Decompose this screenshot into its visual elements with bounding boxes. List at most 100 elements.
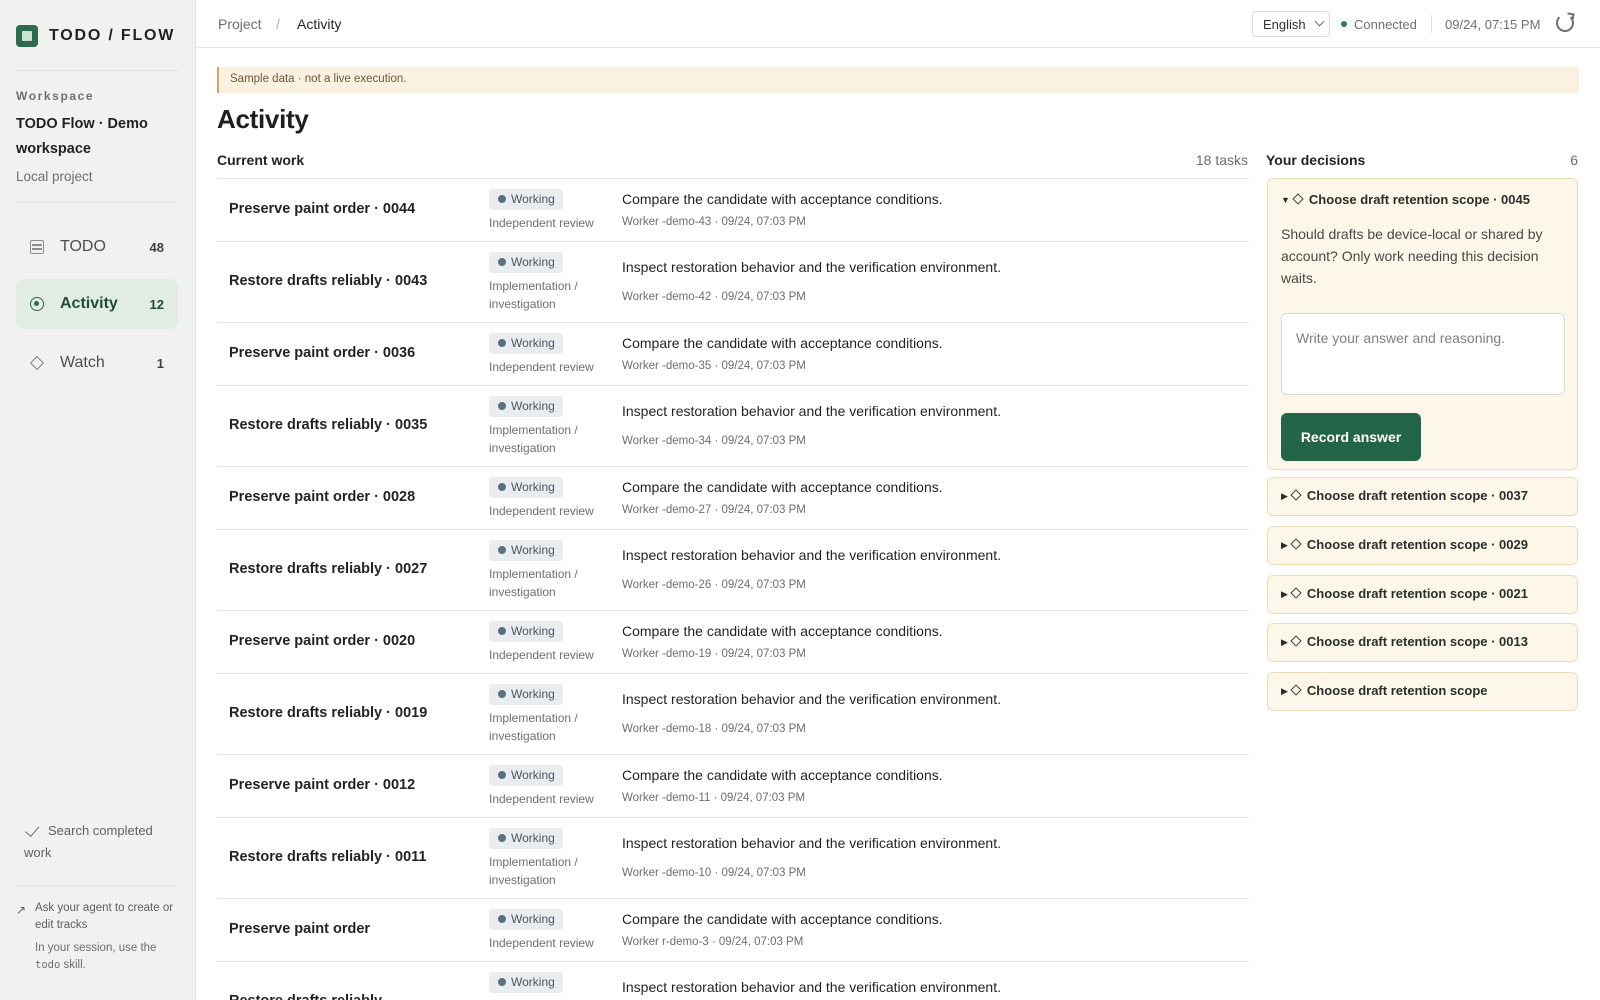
- task-meta: Worker -demo-27 · 09/24, 07:03 PM: [622, 504, 806, 516]
- task-description: Compare the candidate with acceptance co…: [622, 191, 943, 207]
- task-row[interactable]: Preserve paint order · 0036 Working Indepe…: [217, 323, 1249, 386]
- task-description: Inspect restoration behavior and the ver…: [622, 259, 1001, 275]
- task-meta: Worker -demo-42 · 09/24, 07:03 PM: [622, 291, 806, 303]
- breadcrumb-separator: /: [276, 16, 280, 32]
- search-completed-link[interactable]: Search completed work: [24, 820, 174, 864]
- task-row[interactable]: Restore drafts reliably · 0011 Working Imp…: [217, 818, 1249, 899]
- decision-title: Choose draft retention scope · 0013: [1306, 634, 1528, 649]
- task-role: Independent review: [489, 504, 594, 518]
- status-badge: Working: [489, 684, 563, 705]
- decision-title: Choose draft retention scope: [1306, 683, 1488, 698]
- task-meta: Worker -demo-10 · 09/24, 07:03 PM: [622, 867, 806, 879]
- status-badge: Working: [489, 333, 563, 354]
- task-name: Restore drafts reliably · 0011: [229, 849, 427, 865]
- task-row[interactable]: Preserve paint order · 0028 Working Indepe…: [217, 467, 1249, 530]
- decisions-title: Your decisions: [1266, 152, 1366, 168]
- decision-header[interactable]: ▶ Choose draft retention scope · 0029: [1281, 537, 1528, 552]
- triangle-right-icon: ▶: [1281, 540, 1288, 550]
- decision-title: Choose draft retention scope · 0029: [1306, 537, 1528, 552]
- timestamp: 09/24, 07:15 PM: [1445, 17, 1541, 32]
- refresh-icon[interactable]: [1556, 14, 1574, 32]
- task-row[interactable]: Preserve paint order · 0044 Working Indepe…: [217, 179, 1249, 242]
- task-name: Preserve paint order · 0020: [229, 633, 416, 649]
- task-description: Inspect restoration behavior and the ver…: [622, 835, 1001, 851]
- status-badge: Working: [489, 396, 563, 417]
- task-count: 18 tasks: [1195, 152, 1248, 168]
- sidebar: TODO / FLOW Workspace TODO Flow · Demo w…: [0, 0, 196, 1000]
- brand[interactable]: TODO / FLOW: [16, 24, 175, 48]
- search-completed-label: Search completed work: [24, 823, 153, 860]
- task-meta: Worker -demo-26 · 09/24, 07:03 PM: [622, 579, 806, 591]
- top-bar: Project / Activity English Connected 09/…: [196, 0, 1600, 48]
- diamond-icon: [1290, 489, 1302, 501]
- task-meta: Worker -demo-43 · 09/24, 07:03 PM: [622, 216, 806, 228]
- sidebar-item-activity[interactable]: Activity 12: [16, 279, 178, 329]
- sidebar-item-label: TODO: [60, 238, 106, 255]
- task-row[interactable]: Restore drafts reliably · 0035 Working Imp…: [217, 386, 1249, 467]
- sidebar-divider: [16, 885, 178, 886]
- sidebar-item-watch[interactable]: Watch 1: [16, 338, 178, 388]
- session-hint-suffix: skill.: [63, 959, 86, 971]
- page-title: Activity: [217, 104, 309, 134]
- task-name: Preserve paint order · 0012: [229, 777, 416, 793]
- task-row[interactable]: Restore drafts reliably Working Inspect re…: [217, 962, 1249, 1000]
- status-badge: Working: [489, 828, 563, 849]
- agent-hint: ↗ Ask your agent to create or edit track…: [16, 900, 176, 974]
- chevron-down-icon: [1314, 16, 1325, 27]
- decision-title: Choose draft retention scope · 0037: [1306, 488, 1528, 503]
- record-answer-button[interactable]: Record answer: [1281, 413, 1421, 461]
- task-row[interactable]: Restore drafts reliably · 0019 Working Imp…: [217, 674, 1249, 755]
- task-row[interactable]: Preserve paint order · 0012 Working Indepe…: [217, 755, 1249, 818]
- workspace-name: TODO Flow · Demo workspace: [16, 116, 148, 157]
- breadcrumb-project[interactable]: Project: [218, 16, 262, 32]
- task-meta: Worker -demo-18 · 09/24, 07:03 PM: [622, 723, 806, 735]
- check-icon: [24, 821, 40, 838]
- connection-status: Connected: [1354, 17, 1417, 32]
- task-role: Implementation / investigation: [489, 855, 578, 887]
- diamond-icon: [29, 355, 45, 371]
- sidebar-item-todo[interactable]: TODO 48: [16, 222, 178, 272]
- sidebar-item-count: 12: [149, 296, 164, 312]
- task-description: Inspect restoration behavior and the ver…: [622, 979, 1001, 995]
- task-meta: Worker -demo-34 · 09/24, 07:03 PM: [622, 435, 806, 447]
- decision-title: Choose draft retention scope · 0021: [1306, 586, 1528, 601]
- status-badge: Working: [489, 477, 563, 498]
- triangle-right-icon: ▶: [1281, 491, 1288, 501]
- task-row[interactable]: Preserve paint order Working Independent r…: [217, 899, 1249, 962]
- workspace-label: Workspace: [16, 89, 95, 103]
- status-badge: Working: [489, 621, 563, 642]
- decision-card-collapsed[interactable]: ▶ Choose draft retention scope · 0029: [1267, 526, 1578, 565]
- decision-card-expanded: ▼ Choose draft retention scope · 0045 Sho…: [1267, 178, 1578, 470]
- decision-header[interactable]: ▶ Choose draft retention scope · 0037: [1281, 488, 1528, 503]
- task-meta: Worker -demo-19 · 09/24, 07:03 PM: [622, 648, 806, 660]
- section-title: Current work: [217, 152, 305, 168]
- decision-card-collapsed[interactable]: ▶ Choose draft retention scope · 0021: [1267, 575, 1578, 614]
- workspace-subtitle: Local project: [16, 169, 93, 184]
- decision-question: Should drafts be device-local or shared …: [1281, 226, 1543, 286]
- skill-name: todo: [35, 959, 61, 971]
- decision-header[interactable]: ▶ Choose draft retention scope · 0013: [1281, 634, 1528, 649]
- decision-card-collapsed[interactable]: ▶ Choose draft retention scope · 0013: [1267, 623, 1578, 662]
- decision-header[interactable]: ▶ Choose draft retention scope: [1281, 683, 1488, 698]
- decision-header[interactable]: ▶ Choose draft retention scope · 0021: [1281, 586, 1528, 601]
- sidebar-divider: [16, 70, 178, 71]
- status-badge: Working: [489, 765, 563, 786]
- decision-header[interactable]: ▼ Choose draft retention scope · 0045: [1281, 192, 1530, 207]
- decision-card-collapsed[interactable]: ▶ Choose draft retention scope · 0037: [1267, 477, 1578, 516]
- task-meta: Worker -demo-35 · 09/24, 07:03 PM: [622, 360, 806, 372]
- task-description: Compare the candidate with acceptance co…: [622, 479, 943, 495]
- decision-card-collapsed[interactable]: ▶ Choose draft retention scope: [1267, 672, 1578, 711]
- session-hint-prefix: In your session, use the: [35, 942, 157, 954]
- task-description: Inspect restoration behavior and the ver…: [622, 691, 1001, 707]
- answer-input[interactable]: [1281, 313, 1565, 395]
- task-row[interactable]: Preserve paint order · 0020 Working Indepe…: [217, 611, 1249, 674]
- language-select[interactable]: English: [1252, 11, 1330, 37]
- task-row[interactable]: Restore drafts reliably · 0027 Working Imp…: [217, 530, 1249, 611]
- task-row[interactable]: Restore drafts reliably · 0043 Working Imp…: [217, 242, 1249, 323]
- status-badge: Working: [489, 972, 563, 993]
- app-logo-icon: [16, 25, 38, 47]
- task-description: Compare the candidate with acceptance co…: [622, 623, 943, 639]
- connection-status-dot: [1341, 21, 1347, 27]
- task-name: Preserve paint order · 0036: [229, 345, 416, 361]
- task-role: Independent review: [489, 648, 594, 662]
